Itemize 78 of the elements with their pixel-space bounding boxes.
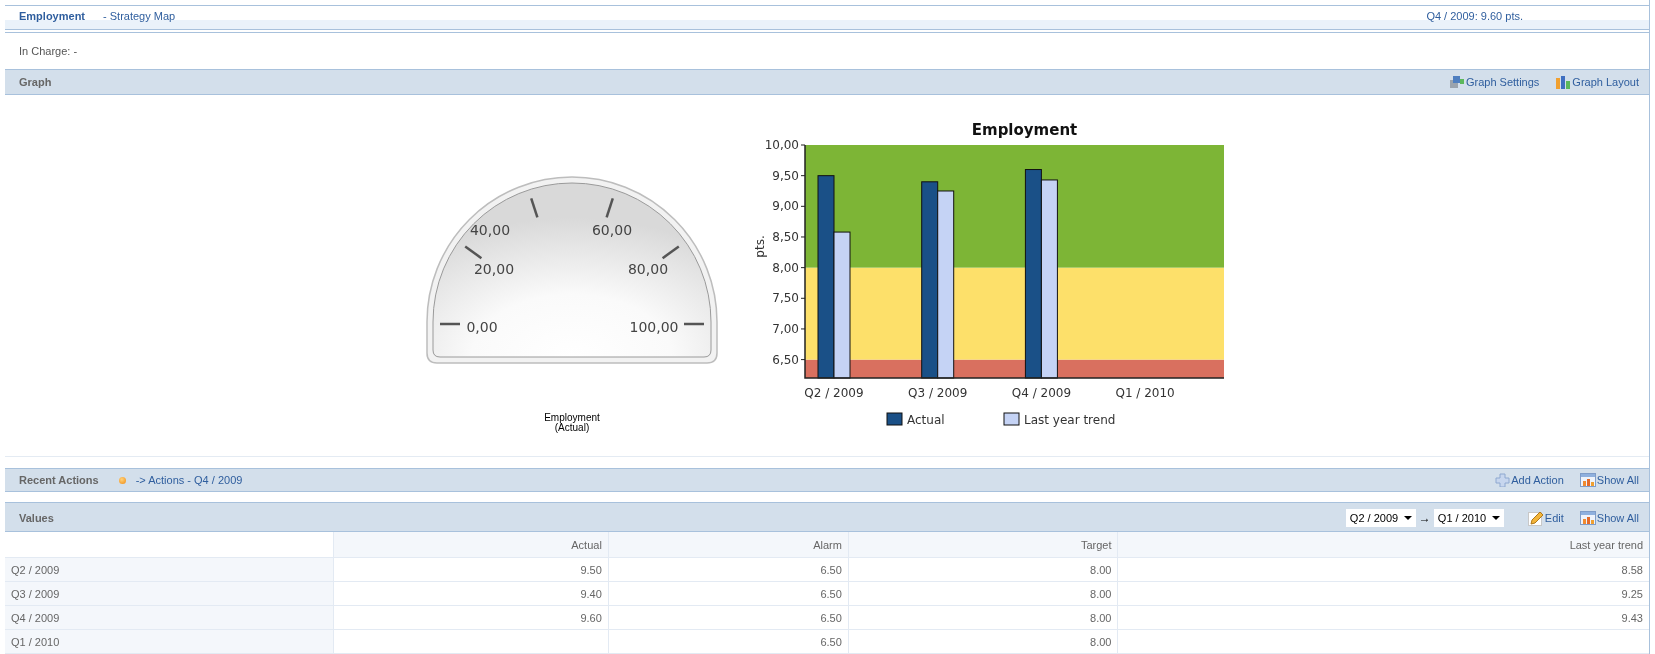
value-cell: 6.50: [608, 605, 849, 630]
gauge-label: 40,00: [469, 222, 511, 238]
period-cell: Q1 / 2010: [5, 629, 334, 654]
column-header: Target: [848, 532, 1118, 558]
period-cell: Q3 / 2009: [5, 581, 334, 606]
value-cell: 6.50: [608, 557, 849, 582]
y-axis-label: 9,00: [772, 199, 799, 214]
y-axis-label: 7,00: [772, 321, 799, 336]
value-cell: 8.58: [1117, 557, 1649, 582]
value-cell: 8.00: [848, 557, 1118, 582]
section-title: Graph: [19, 76, 52, 88]
column-header: Alarm: [608, 532, 849, 558]
settings-icon: [1448, 75, 1465, 89]
value-cell: 6.50: [608, 629, 849, 654]
edit-link[interactable]: Edit: [1527, 510, 1564, 526]
x-axis-label: Q1 / 2010: [1115, 386, 1175, 400]
gauge-tick: [684, 322, 704, 326]
bullet-icon: [118, 476, 126, 484]
add-action-link[interactable]: Add Action: [1495, 473, 1564, 487]
legend-swatch: [886, 412, 903, 426]
value-cell: 9.43: [1117, 605, 1649, 630]
value-cell: 9.60: [333, 605, 609, 630]
kpi-title: Employment: [19, 10, 85, 22]
bar-chart-icon: [1555, 75, 1572, 89]
gauge-tick: [661, 245, 680, 260]
y-axis-label: 7,50: [772, 291, 799, 306]
y-axis-label: 9,50: [772, 168, 799, 183]
gauge-caption: (Actual): [554, 423, 590, 433]
value-cell: 9.50: [333, 557, 609, 582]
strategy-map-link[interactable]: - Strategy Map: [103, 10, 176, 22]
actions-link[interactable]: -> Actions - Q4 / 2009: [135, 474, 243, 486]
chart-window-icon: [1579, 473, 1596, 487]
gauge-label: 0,00: [466, 319, 498, 335]
y-axis-label: 6,50: [772, 352, 799, 367]
x-axis-label: Q2 / 2009: [804, 386, 864, 400]
chart-title: Employment: [971, 121, 1078, 139]
x-axis-label: Q4 / 2009: [1011, 386, 1072, 400]
period-value: Q4 / 2009: 9.60 pts.: [1426, 10, 1523, 22]
value-cell: 9.25: [1117, 581, 1649, 606]
value-cell: 8.00: [848, 581, 1118, 606]
value-cell: 8.00: [848, 605, 1118, 630]
period-cell: Q2 / 2009: [5, 557, 334, 582]
section-title: Recent Actions: [19, 474, 99, 486]
gauge-label: 80,00: [627, 261, 669, 277]
value-cell: 9.40: [333, 581, 609, 606]
value-cell: 8.00: [848, 629, 1118, 654]
y-axis-label: 10,00: [764, 138, 799, 152]
gauge-label: 100,00: [629, 319, 679, 335]
graph-layout-link[interactable]: Graph Layout: [1555, 75, 1639, 89]
y-axis-title: pts.: [753, 235, 767, 258]
section-title: Values: [19, 512, 54, 524]
gauge-tick: [605, 198, 614, 218]
gauge-tick: [530, 198, 539, 218]
arrow-icon: →: [1418, 511, 1431, 525]
period-dropdown[interactable]: Q2 / 2009: [1345, 509, 1416, 527]
column-header: Last year trend: [1117, 532, 1649, 558]
x-axis-label: Q3 / 2009: [908, 386, 968, 400]
gauge-caption: Employment: [544, 413, 600, 423]
gauge-tick: [440, 322, 460, 326]
legend-swatch: [1003, 412, 1020, 426]
show-all-link[interactable]: Show All: [1579, 511, 1639, 525]
pencil-icon: [1527, 510, 1544, 526]
plus-icon: [1495, 473, 1511, 487]
show-all-link[interactable]: Show All: [1579, 473, 1639, 487]
gauge-label: 60,00: [591, 222, 633, 238]
graph-settings-link[interactable]: Graph Settings: [1448, 75, 1540, 89]
period-dropdown[interactable]: Q1 / 2010: [1433, 509, 1504, 527]
gauge-label: 20,00: [473, 261, 515, 277]
column-header: Actual: [333, 532, 609, 558]
legend-label: Last year trend: [1024, 413, 1116, 427]
value-cell: 6.50: [608, 581, 849, 606]
period-cell: Q4 / 2009: [5, 605, 334, 630]
legend-label: Actual: [907, 413, 945, 427]
y-axis-label: 8,00: [772, 260, 799, 275]
in-charge-label: In Charge: -: [19, 45, 78, 57]
y-axis-label: 8,50: [772, 229, 799, 244]
chart-window-icon: [1579, 511, 1596, 525]
gauge-tick: [464, 245, 483, 260]
